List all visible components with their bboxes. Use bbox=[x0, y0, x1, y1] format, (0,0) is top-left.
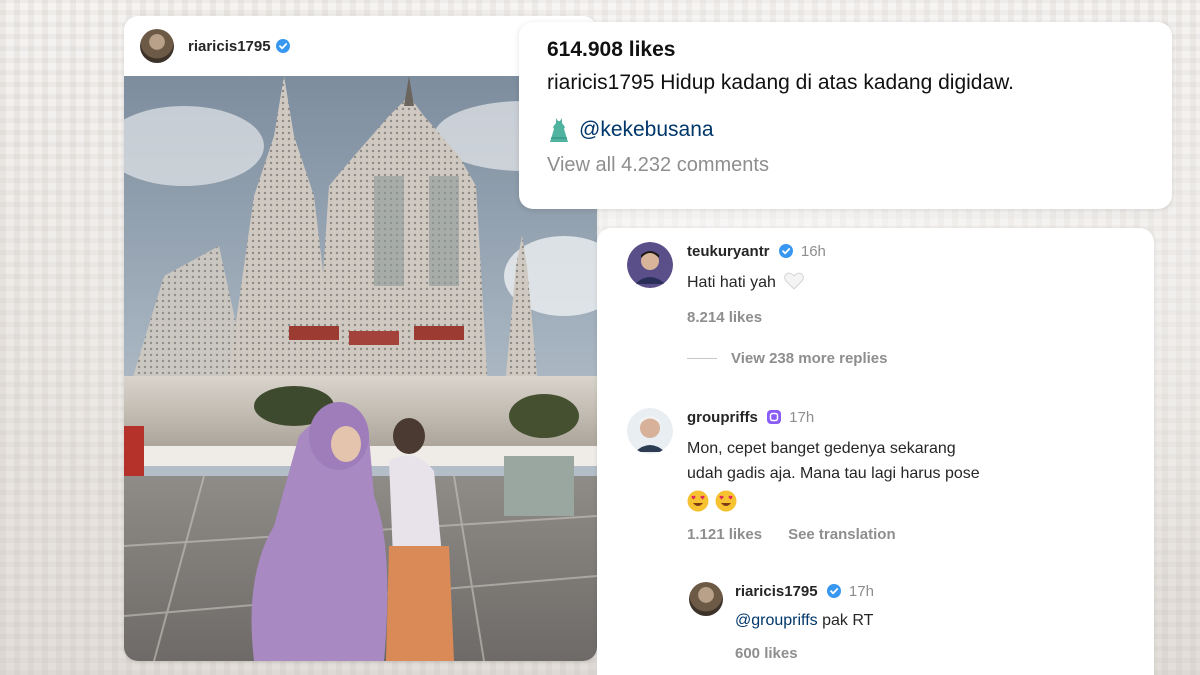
comment-text: Mon, cepet banget gedenya sekarang udah … bbox=[687, 436, 980, 512]
commenter-avatar-icon[interactable] bbox=[627, 408, 673, 454]
verified-badge-icon bbox=[826, 584, 841, 598]
comment-text-content: pak RT bbox=[817, 612, 874, 629]
comment-text: @groupriffs pak RT bbox=[735, 608, 874, 633]
commenter-avatar-icon[interactable] bbox=[689, 582, 723, 616]
post-username[interactable]: riaricis1795 bbox=[188, 38, 271, 55]
view-more-replies[interactable]: View 238 more replies bbox=[687, 350, 887, 367]
caption: riaricis1795 Hidup kadang di atas kadang… bbox=[547, 68, 1172, 98]
comment-username[interactable]: groupriffs bbox=[687, 409, 758, 426]
comment-text-line: udah gadis aja. Mana tau lagi harus pose bbox=[687, 465, 980, 482]
commenter-avatar-icon[interactable] bbox=[627, 242, 673, 288]
reply-item: riaricis1795 17h @groupriffs pak RT 600 … bbox=[689, 582, 874, 662]
replies-divider bbox=[687, 358, 717, 359]
heart-eyes-emoji-icon bbox=[715, 490, 737, 512]
comment-item: groupriffs 17h Mon, cepet banget gedenya… bbox=[627, 408, 980, 543]
white-heart-icon bbox=[784, 272, 805, 290]
comment-time: 17h bbox=[789, 409, 815, 426]
comment-likes[interactable]: 1.121 likes bbox=[687, 526, 762, 543]
comment-time: 17h bbox=[848, 583, 874, 600]
comment-username[interactable]: riaricis1795 bbox=[735, 583, 818, 600]
see-translation-link[interactable]: See translation bbox=[788, 526, 896, 543]
comment-likes[interactable]: 8.214 likes bbox=[687, 309, 762, 326]
comment-time: 16h bbox=[800, 243, 826, 260]
comment-text-line: Mon, cepet banget gedenya sekarang bbox=[687, 440, 956, 457]
view-replies-label[interactable]: View 238 more replies bbox=[731, 350, 887, 367]
purple-badge-icon bbox=[767, 410, 781, 424]
verified-badge-icon bbox=[778, 244, 793, 258]
tag-link[interactable]: @kekebusana bbox=[579, 116, 714, 144]
caption-text: Hidup kadang di atas kadang digidaw. bbox=[654, 71, 1014, 94]
heart-eyes-emoji-icon bbox=[687, 490, 709, 512]
comment-item: teukuryantr 16h Hati hati yah 8.214 like… bbox=[627, 242, 826, 326]
comments-card: teukuryantr 16h Hati hati yah 8.214 like… bbox=[597, 228, 1154, 675]
comment-text-content: Hati hati yah bbox=[687, 274, 776, 291]
likes-count[interactable]: 614.908 likes bbox=[547, 36, 1172, 64]
caption-card: 614.908 likes riaricis1795 Hidup kadang … bbox=[519, 22, 1172, 209]
view-all-comments-link[interactable]: View all 4.232 comments bbox=[547, 152, 1172, 178]
comment-username[interactable]: teukuryantr bbox=[687, 243, 770, 260]
profile-avatar-icon[interactable] bbox=[140, 29, 174, 63]
comment-text: Hati hati yah bbox=[687, 270, 826, 295]
verified-badge-icon bbox=[275, 39, 290, 53]
comment-likes[interactable]: 600 likes bbox=[735, 645, 798, 662]
mention-link[interactable]: @groupriffs bbox=[735, 612, 818, 629]
dress-icon bbox=[550, 118, 568, 142]
tag-row: @kekebusana bbox=[547, 116, 1172, 144]
caption-username[interactable]: riaricis1795 bbox=[547, 71, 654, 94]
